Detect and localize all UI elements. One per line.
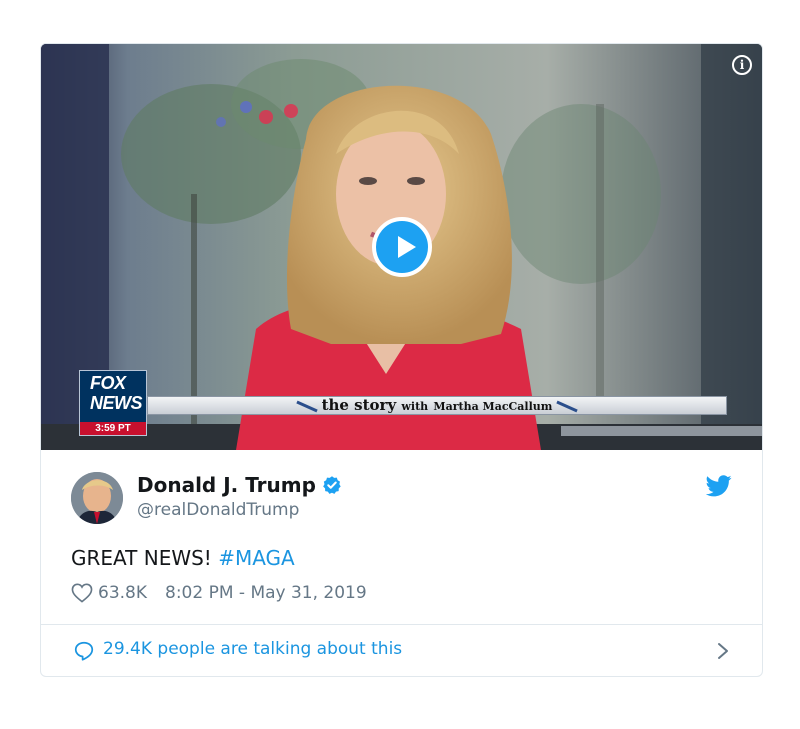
show-host: Martha MacCallum (433, 400, 553, 413)
tweet-timestamp[interactable]: 8:02 PM - May 31, 2019 (165, 583, 367, 603)
twitter-bird-icon[interactable] (706, 474, 732, 498)
chevron-right-icon (718, 643, 728, 659)
show-title: the story (321, 396, 397, 414)
embedded-tweet-card: i FOX NEWS 3:59 PT the story with Martha… (40, 43, 763, 677)
like-count[interactable]: 63.8K (98, 583, 147, 603)
info-icon[interactable]: i (732, 55, 752, 75)
avatar[interactable] (71, 472, 123, 524)
avatar-image (71, 472, 123, 524)
display-name[interactable]: Donald J. Trump (137, 473, 316, 497)
logo-line-news: NEWS (90, 393, 143, 413)
hashtag-link[interactable]: #MAGA (218, 546, 295, 570)
conversation-link-text: 29.4K people are talking about this (103, 639, 403, 659)
heart-icon[interactable] (71, 583, 93, 603)
reply-bubble-icon (74, 641, 94, 661)
lower-third-slash-right (556, 400, 579, 412)
author-name-row: Donald J. Trump (137, 473, 342, 497)
network-time: 3:59 PT (80, 422, 146, 435)
video-player[interactable]: i FOX NEWS 3:59 PT the story with Martha… (41, 44, 762, 450)
tweet-text: GREAT NEWS! #MAGA (71, 546, 295, 570)
lower-third-slash-left (295, 400, 318, 412)
conversation-link[interactable]: 29.4K people are talking about this (41, 625, 762, 676)
tweet-text-prefix: GREAT NEWS! (71, 546, 219, 570)
logo-line-fox: FOX (90, 373, 126, 393)
verified-badge-icon (323, 476, 341, 494)
play-icon[interactable] (372, 217, 432, 277)
show-with: with (401, 400, 429, 413)
fox-news-logo: FOX NEWS 3:59 PT (79, 370, 147, 436)
show-lower-third: the story with Martha MacCallum (147, 396, 727, 415)
author-handle[interactable]: @realDonaldTrump (137, 500, 299, 520)
tweet-meta-row: 63.8K 8:02 PM - May 31, 2019 (71, 583, 367, 603)
